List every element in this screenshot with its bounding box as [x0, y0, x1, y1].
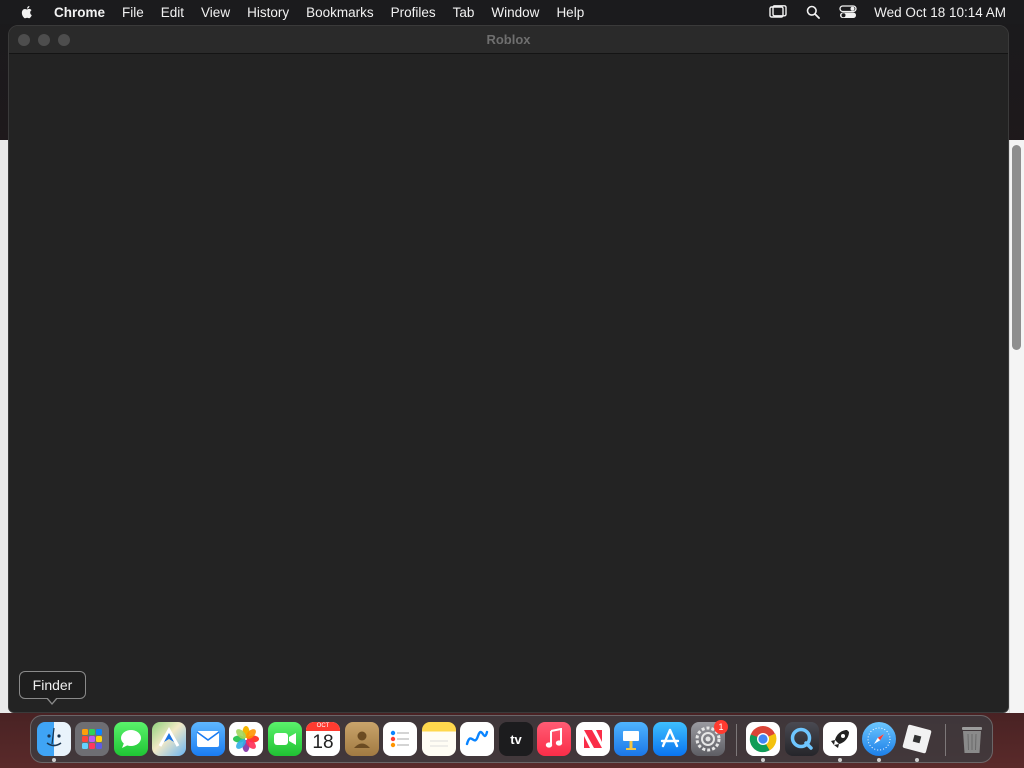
freeform-icon[interactable] [460, 722, 494, 756]
roblox-window: Roblox [8, 25, 1009, 713]
notes-icon[interactable] [422, 722, 456, 756]
window-title: Roblox [486, 32, 531, 47]
menu-history[interactable]: History [239, 5, 298, 20]
safari-icon[interactable] [862, 722, 896, 756]
dock-running-indicator [761, 758, 765, 762]
menu-profiles[interactable]: Profiles [382, 5, 444, 20]
apple-logo-icon[interactable] [19, 4, 35, 20]
chrome-icon[interactable] [746, 722, 780, 756]
trash-icon[interactable] [955, 722, 989, 756]
dock-tooltip: Finder [19, 671, 86, 699]
control-center-icon[interactable] [839, 4, 857, 20]
calendar-month: OCT [306, 722, 340, 731]
screen-mirroring-icon[interactable] [769, 4, 787, 20]
window-titlebar[interactable]: Roblox [9, 26, 1008, 54]
roblox-icon[interactable] [900, 722, 934, 756]
menu-bar: Chrome File Edit View History Bookmarks … [0, 0, 1024, 24]
menu-bar-status-area: Wed Oct 18 10:14 AM [769, 0, 1006, 24]
launchpad-icon[interactable] [75, 722, 109, 756]
dock-tooltip-arrow-inner [47, 697, 57, 703]
rocket-icon[interactable] [823, 722, 857, 756]
facetime-icon[interactable] [268, 722, 302, 756]
reminders-icon[interactable] [383, 722, 417, 756]
background-scrollbar-thumb[interactable] [1012, 145, 1021, 350]
finder-icon[interactable] [37, 722, 71, 756]
photos-icon[interactable] [229, 722, 263, 756]
notification-badge: 1 [714, 720, 728, 734]
app-store-icon[interactable] [653, 722, 687, 756]
music-icon[interactable] [537, 722, 571, 756]
apple-tv-icon[interactable]: tv [499, 722, 533, 756]
contacts-icon[interactable] [345, 722, 379, 756]
menu-bookmarks[interactable]: Bookmarks [298, 5, 383, 20]
apple-tv-label: tv [510, 731, 522, 747]
calendar-icon[interactable]: OCT 18 [306, 722, 340, 756]
dock-running-indicator [52, 758, 56, 762]
quicktime-icon[interactable] [785, 722, 819, 756]
system-settings-icon[interactable]: 1 [691, 720, 728, 756]
maps-icon[interactable] [152, 722, 186, 756]
dock-separator [945, 724, 946, 756]
menu-app-name[interactable]: Chrome [54, 5, 114, 20]
menu-window[interactable]: Window [483, 5, 548, 20]
mail-icon[interactable] [191, 722, 225, 756]
news-icon[interactable] [576, 722, 610, 756]
dock-running-indicator [838, 758, 842, 762]
menu-bar-clock[interactable]: Wed Oct 18 10:14 AM [874, 5, 1006, 20]
keynote-icon[interactable] [614, 722, 648, 756]
spotlight-search-icon[interactable] [804, 4, 822, 20]
menu-view[interactable]: View [193, 5, 239, 20]
menu-edit[interactable]: Edit [152, 5, 192, 20]
dock: OCT 18 tv 1 [30, 715, 993, 763]
window-content[interactable] [9, 54, 1008, 712]
dock-running-indicator [915, 758, 919, 762]
menu-file[interactable]: File [114, 5, 153, 20]
dock-running-indicator [877, 758, 881, 762]
menu-tab[interactable]: Tab [444, 5, 483, 20]
calendar-day: 18 [312, 732, 334, 753]
dock-separator [736, 724, 737, 756]
messages-icon[interactable] [114, 722, 148, 756]
menu-help[interactable]: Help [548, 5, 593, 20]
